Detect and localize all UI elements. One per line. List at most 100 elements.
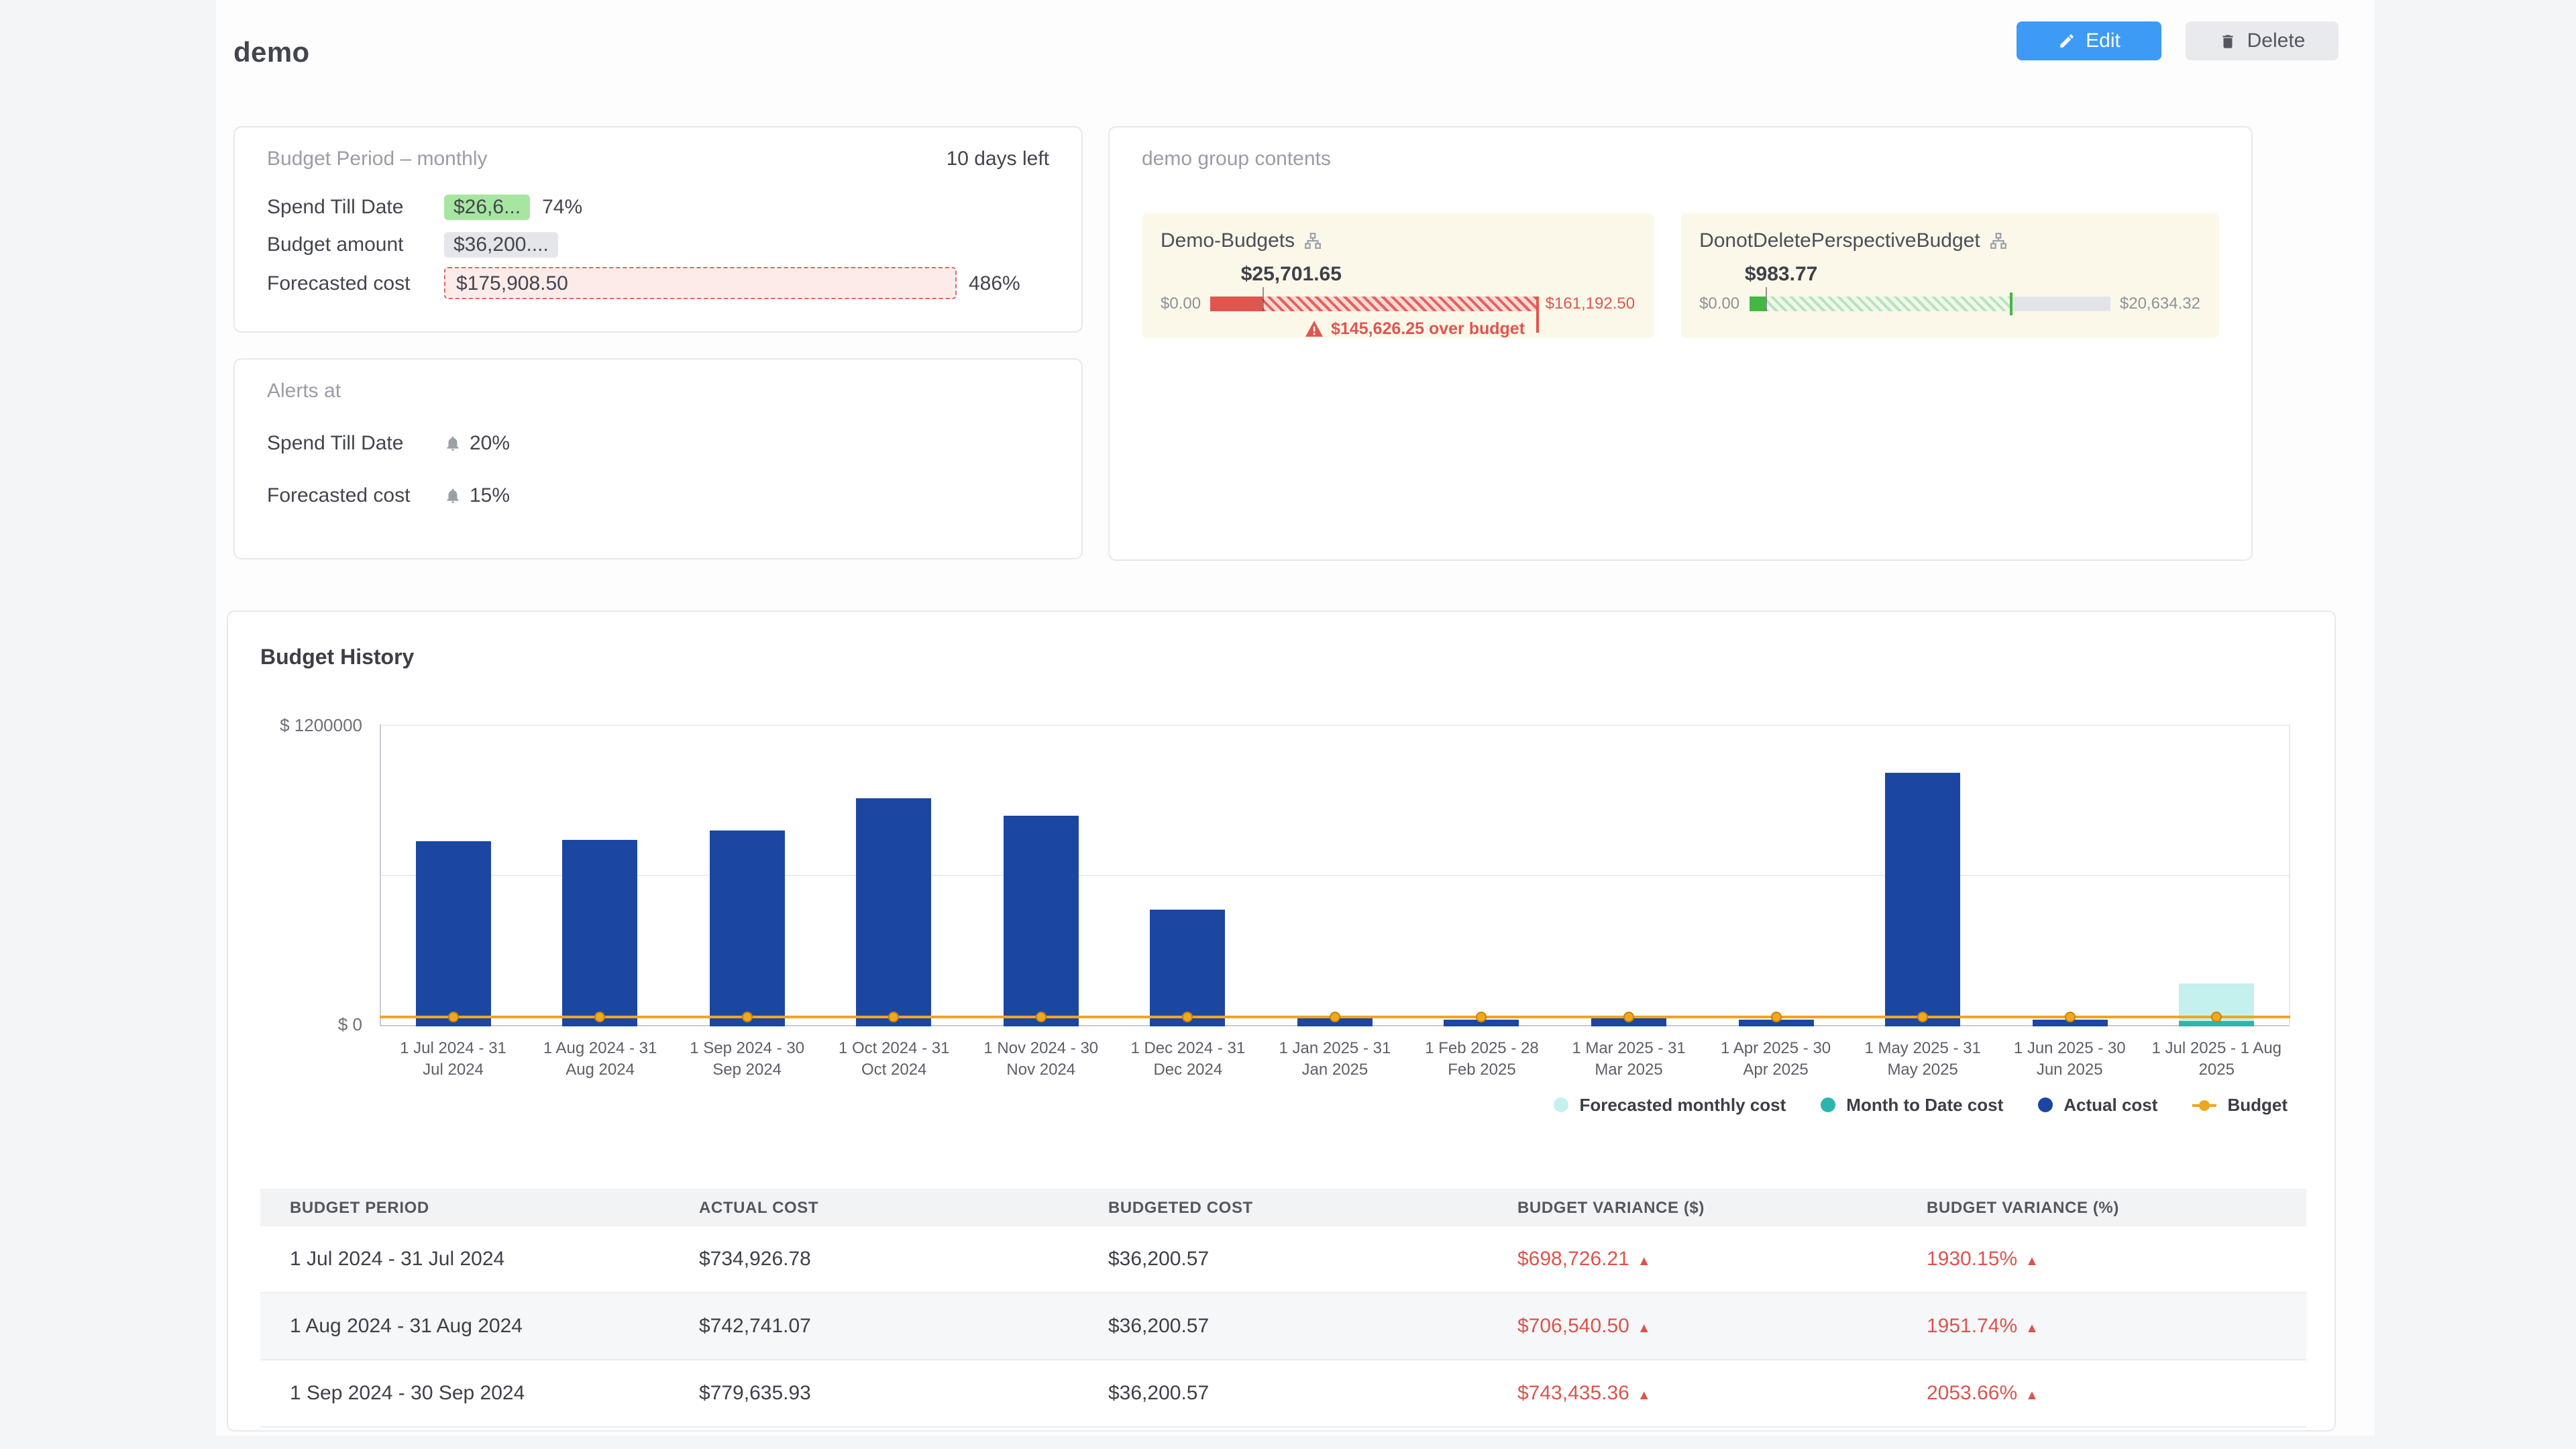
chart-slot xyxy=(527,724,674,1026)
bar-segment-actual xyxy=(710,830,785,1026)
budget-period-title: Budget Period – monthly xyxy=(267,147,488,170)
over-budget-text: $145,626.25 over budget xyxy=(1331,319,1525,338)
bar-segment-actual xyxy=(563,839,638,1026)
table-cell: 1 Aug 2024 - 31 Aug 2024 xyxy=(260,1293,669,1360)
warning-icon xyxy=(1305,321,1323,337)
forecasted-cost-value: $175,908.50 xyxy=(444,267,957,299)
legend-item[interactable]: Forecasted monthly cost xyxy=(1554,1095,1786,1115)
delete-button-label: Delete xyxy=(2247,30,2306,52)
budget-bar xyxy=(1210,296,1536,311)
x-axis-label: 1 Mar 2025 - 31 Mar 2025 xyxy=(1556,1038,1703,1080)
trash-icon xyxy=(2219,32,2237,50)
x-axis-label: 1 Jun 2025 - 30 Jun 2025 xyxy=(1996,1038,2143,1080)
legend-item[interactable]: Budget xyxy=(2192,1095,2288,1115)
x-axis-label: 1 Feb 2025 - 28 Feb 2025 xyxy=(1408,1038,1555,1080)
budget-name: Demo-Budgets xyxy=(1161,229,1295,252)
x-axis-label: 1 May 2025 - 31 May 2025 xyxy=(1849,1038,1996,1080)
table-cell: $36,200.57 xyxy=(1079,1360,1488,1427)
triangle-up-icon: ▲ xyxy=(2025,1254,2039,1269)
group-hierarchy-icon xyxy=(1990,232,2007,250)
bar-segment-actual xyxy=(1885,772,1960,1026)
budget-history-table: BUDGET PERIODACTUAL COSTBUDGETED COSTBUD… xyxy=(260,1189,2306,1428)
table-cell: 1 Sep 2024 - 30 Sep 2024 xyxy=(260,1360,669,1427)
x-axis-label: 1 Dec 2024 - 31 Dec 2024 xyxy=(1114,1038,1261,1080)
bar-spent-segment xyxy=(1210,296,1263,311)
chart-slot xyxy=(1996,724,2143,1026)
edit-button-label: Edit xyxy=(2086,30,2121,52)
triangle-up-icon: ▲ xyxy=(2025,1322,2039,1336)
budget-history-card: Budget History $ 1200000 $ 0 1 Jul 2024 … xyxy=(227,610,2336,1432)
bar-forecast-segment xyxy=(1263,296,1536,311)
current-spend-value: $983.77 xyxy=(1745,263,1817,286)
y-axis-min-label: $ 0 xyxy=(228,1014,362,1034)
legend-label: Forecasted monthly cost xyxy=(1580,1095,1786,1115)
table-row: 1 Jul 2024 - 31 Jul 2024$734,926.78$36,2… xyxy=(260,1226,2306,1293)
legend-marker xyxy=(2192,1104,2216,1106)
table-header-cell: ACTUAL COST xyxy=(669,1189,1079,1226)
table-cell: 2053.66%▲ xyxy=(1897,1360,2306,1427)
legend-label: Month to Date cost xyxy=(1846,1095,2003,1115)
table-cell: 1930.15%▲ xyxy=(1897,1226,2306,1293)
x-axis-label: 1 Jan 2025 - 31 Jan 2025 xyxy=(1261,1038,1408,1080)
legend-item[interactable]: Month to Date cost xyxy=(1821,1095,2003,1115)
table-row: 1 Sep 2024 - 30 Sep 2024$779,635.93$36,2… xyxy=(260,1360,2306,1427)
budget-line-dot xyxy=(448,1012,459,1022)
chart-slot xyxy=(967,724,1114,1026)
page: demo Edit Delete Budget Period – monthly… xyxy=(0,0,2576,1449)
chart-slot xyxy=(1703,724,1849,1026)
chart-slot xyxy=(1261,724,1408,1026)
edit-button[interactable]: Edit xyxy=(2017,21,2161,60)
group-contents-title: demo group contents xyxy=(1142,147,1331,170)
forecasted-cost-row: Forecasted cost $175,908.50 486% xyxy=(267,267,1049,299)
budget-amount-value: $36,200.... xyxy=(444,231,558,257)
spend-tick xyxy=(1766,286,1768,311)
alert-spend-label: Spend Till Date xyxy=(267,432,444,455)
x-axis-label: 1 Nov 2024 - 30 Nov 2024 xyxy=(967,1038,1114,1080)
table-cell: 1951.74%▲ xyxy=(1897,1293,2306,1360)
bar-segment-actual xyxy=(416,841,491,1026)
bell-icon xyxy=(444,487,462,504)
budget-amount-label: Budget amount xyxy=(267,233,444,256)
budget-tile[interactable]: DonotDeletePerspectiveBudget $983.77 $0.… xyxy=(1680,213,2219,338)
alert-forecast-value: 15% xyxy=(470,484,510,507)
budget-history-chart xyxy=(380,724,2290,1026)
budget-table-head-row: BUDGET PERIODACTUAL COSTBUDGETED COSTBUD… xyxy=(260,1189,2306,1226)
delete-button[interactable]: Delete xyxy=(2186,21,2339,60)
chart-slot xyxy=(1408,724,1555,1026)
triangle-up-icon: ▲ xyxy=(1638,1254,1651,1269)
days-left: 10 days left xyxy=(947,147,1049,170)
triangle-up-icon: ▲ xyxy=(2025,1389,2039,1403)
budget-tile[interactable]: Demo-Budgets $25,701.65 $0.00 $161,192.5… xyxy=(1142,213,1654,338)
chart-plot-slots xyxy=(380,724,2290,1026)
budget-bar xyxy=(1749,296,2110,311)
x-axis-label: 1 Jul 2024 - 31 Jul 2024 xyxy=(380,1038,527,1080)
chart-slot xyxy=(1114,724,1261,1026)
over-budget-marker xyxy=(1536,296,1539,332)
page-title: demo xyxy=(233,38,310,70)
x-axis-label: 1 Oct 2024 - 31 Oct 2024 xyxy=(820,1038,967,1080)
budget-table-body: 1 Jul 2024 - 31 Jul 2024$734,926.78$36,2… xyxy=(260,1226,2306,1427)
spend-till-date-row: Spend Till Date $26,6... 74% xyxy=(267,192,1049,221)
bell-icon xyxy=(444,435,462,452)
table-header-cell: BUDGET VARIANCE (%) xyxy=(1897,1189,2306,1226)
table-row: 1 Aug 2024 - 31 Aug 2024$742,741.07$36,2… xyxy=(260,1293,2306,1360)
legend-marker xyxy=(1821,1097,1835,1112)
table-cell: $36,200.57 xyxy=(1079,1226,1488,1293)
budget-period-card: Budget Period – monthly 10 days left Spe… xyxy=(233,126,1083,333)
bar-spent-segment xyxy=(1749,296,1766,311)
budget-history-title: Budget History xyxy=(260,647,414,671)
legend-item[interactable]: Actual cost xyxy=(2038,1095,2157,1115)
legend-label: Actual cost xyxy=(2063,1095,2157,1115)
bar-max-label: $20,634.32 xyxy=(2120,294,2200,313)
spend-till-date-pct: 74% xyxy=(542,195,582,218)
bar-min-label: $0.00 xyxy=(1161,294,1201,313)
spend-till-date-label: Spend Till Date xyxy=(267,195,444,218)
alert-spend-value: 20% xyxy=(470,432,510,455)
forecast-tick xyxy=(2009,292,2012,315)
x-axis-label: 1 Jul 2025 - 1 Aug 2025 xyxy=(2143,1038,2290,1080)
chart-slot xyxy=(1556,724,1703,1026)
over-budget-row: $145,626.25 over budget xyxy=(1305,319,1525,338)
table-header-cell: BUDGET VARIANCE ($) xyxy=(1488,1189,1897,1226)
bar-forecast-segment xyxy=(1766,296,2009,311)
current-spend-value: $25,701.65 xyxy=(1241,263,1342,286)
